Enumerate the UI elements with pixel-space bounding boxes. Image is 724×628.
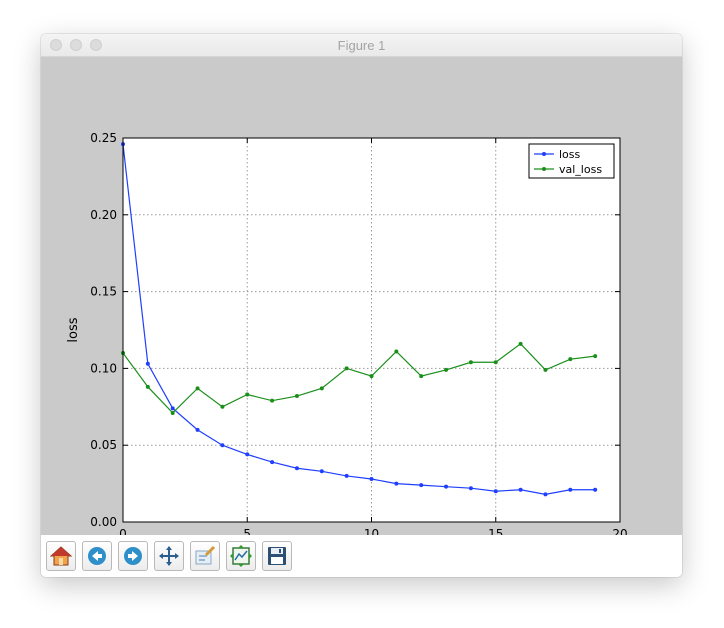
data-point xyxy=(568,487,573,492)
y-tick-label: 0.10 xyxy=(90,361,117,375)
window-title: Figure 1 xyxy=(337,38,386,53)
legend-label: loss xyxy=(559,148,581,161)
configure-subplots-icon xyxy=(230,545,252,567)
data-point xyxy=(220,443,225,448)
y-tick-label: 0.20 xyxy=(90,208,117,222)
x-tick-label: 10 xyxy=(364,527,379,535)
home-icon xyxy=(50,546,72,566)
x-tick-label: 0 xyxy=(119,527,127,535)
zoom-rect-icon xyxy=(195,545,216,565)
y-tick-label: 0.00 xyxy=(90,515,117,529)
data-point xyxy=(344,366,349,371)
data-point xyxy=(344,473,349,478)
data-point xyxy=(270,460,275,465)
legend: loss val_loss xyxy=(528,143,615,179)
figure-window: Figure 1 0 5 10 15 20 0.00 0.05 0.10 0.15 0.20 0.2… xyxy=(41,34,682,577)
data-point xyxy=(270,398,275,403)
data-point xyxy=(220,404,225,409)
data-point xyxy=(195,427,200,432)
data-point xyxy=(493,489,498,494)
back-arrow-icon xyxy=(88,547,106,565)
back-button[interactable] xyxy=(82,541,112,571)
forward-button[interactable] xyxy=(118,541,148,571)
configure-subplots-button[interactable] xyxy=(226,541,256,571)
data-point xyxy=(419,483,424,488)
data-point xyxy=(543,367,548,372)
save-floppy-icon xyxy=(268,547,286,565)
data-point xyxy=(369,476,374,481)
x-tick-label: 5 xyxy=(243,527,251,535)
data-point xyxy=(195,386,200,391)
data-point xyxy=(543,492,548,497)
data-point xyxy=(170,406,175,411)
data-point xyxy=(245,452,250,457)
data-point xyxy=(145,384,150,389)
data-point xyxy=(444,367,449,372)
line-chart: 051015200.000.050.100.150.200.25 epoch l… xyxy=(66,131,628,535)
save-button[interactable] xyxy=(262,541,292,571)
data-point xyxy=(493,360,498,365)
data-point xyxy=(468,486,473,491)
y-tick-label: 0.05 xyxy=(90,438,117,452)
x-tick-label: 15 xyxy=(488,527,503,535)
data-point xyxy=(518,487,523,492)
data-point xyxy=(593,487,598,492)
legend-label: val_loss xyxy=(559,163,602,176)
home-button[interactable] xyxy=(46,541,76,571)
data-point xyxy=(294,466,299,471)
data-point xyxy=(468,360,473,365)
zoom-button[interactable] xyxy=(190,541,220,571)
data-point xyxy=(245,392,250,397)
pan-move-icon xyxy=(159,546,179,566)
y-tick-label: 0.15 xyxy=(90,285,117,299)
data-point xyxy=(419,374,424,379)
data-point xyxy=(369,374,374,379)
data-point xyxy=(518,341,523,346)
data-point xyxy=(394,481,399,486)
pan-button[interactable] xyxy=(154,541,184,571)
x-tick-label: 20 xyxy=(612,527,627,535)
data-point xyxy=(394,349,399,354)
data-point xyxy=(568,357,573,362)
data-point xyxy=(319,469,324,474)
figure-canvas: 051015200.000.050.100.150.200.25 epoch l… xyxy=(41,57,682,535)
forward-arrow-icon xyxy=(124,547,142,565)
data-point xyxy=(319,386,324,391)
data-point xyxy=(145,361,150,366)
y-axis-label: loss xyxy=(66,317,81,342)
navigation-toolbar xyxy=(41,535,682,577)
y-tick-label: 0.25 xyxy=(90,131,117,145)
data-point xyxy=(294,394,299,399)
data-point xyxy=(170,410,175,415)
data-point xyxy=(593,354,598,359)
legend-marker xyxy=(542,167,546,171)
data-point xyxy=(444,484,449,489)
legend-marker xyxy=(542,152,546,156)
title-bar: Figure 1 xyxy=(41,34,682,57)
